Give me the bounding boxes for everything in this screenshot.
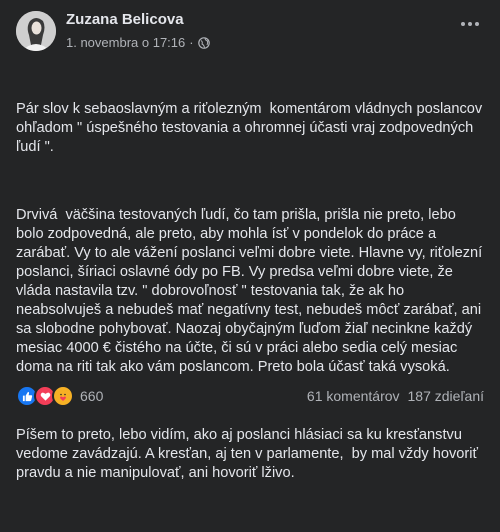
- post-date[interactable]: 1. novembra o 17:16: [66, 35, 185, 50]
- more-options-icon[interactable]: [456, 12, 484, 36]
- globe-icon: [197, 36, 210, 49]
- comments-count[interactable]: 61 komentárov: [307, 388, 400, 404]
- post-paragraph: Píšem to preto, lebo vidím, ako aj posla…: [16, 427, 483, 481]
- post-paragraph: Pár slov k sebaoslavným a riťolezným kom…: [16, 101, 487, 155]
- reaction-count: 660: [80, 388, 104, 404]
- meta-separator: ·: [189, 35, 194, 50]
- care-icon: [52, 385, 74, 407]
- post-stats: 61 komentárov 187 zdieľaní: [307, 388, 484, 404]
- post-meta: 1. novembra o 17:16 ·: [66, 35, 210, 50]
- shares-count[interactable]: 187 zdieľaní: [408, 388, 484, 404]
- post-body: Pár slov k sebaoslavným a riťolezným kom…: [16, 62, 486, 532]
- post-footer: 660 61 komentárov 187 zdieľaní: [16, 383, 484, 409]
- reactions-summary[interactable]: 660: [16, 385, 103, 407]
- post-card: Zuzana Belicova 1. novembra o 17:16 · Pá…: [0, 0, 500, 481]
- author-name[interactable]: Zuzana Belicova: [66, 11, 184, 28]
- avatar[interactable]: [16, 11, 56, 51]
- post-paragraph: Drvivá väčšina testovaných ľudí, čo tam …: [16, 207, 487, 375]
- post-header: Zuzana Belicova 1. novembra o 17:16 ·: [16, 8, 484, 56]
